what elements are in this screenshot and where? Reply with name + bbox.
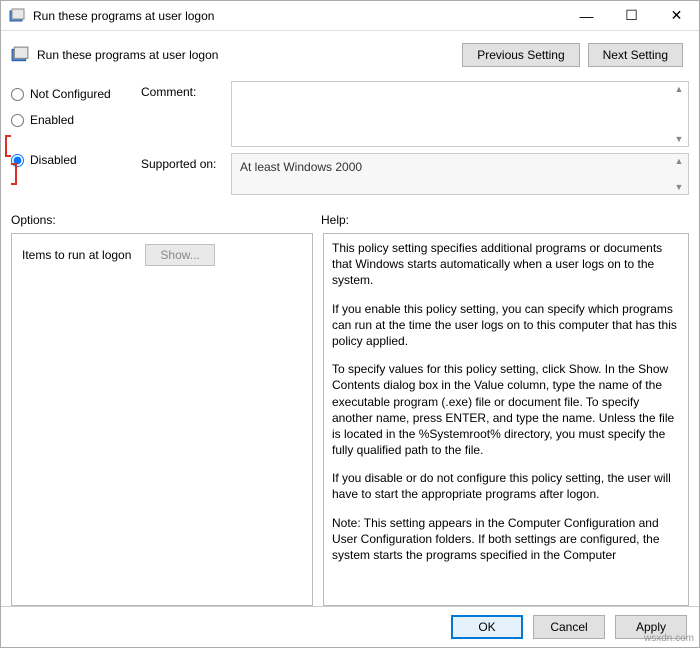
chevron-down-icon[interactable]: ▼ bbox=[672, 134, 686, 144]
header-text: Run these programs at user logon bbox=[37, 48, 462, 62]
policy-icon bbox=[11, 46, 29, 64]
chevron-down-icon[interactable]: ▼ bbox=[672, 182, 686, 192]
radio-disabled[interactable]: Disabled bbox=[11, 153, 141, 167]
help-panel[interactable]: This policy setting specifies additional… bbox=[323, 233, 689, 606]
watermark: wsxdn.com bbox=[644, 633, 694, 644]
lower-panels: Items to run at logon Show... This polic… bbox=[1, 233, 699, 606]
radio-enabled[interactable]: Enabled bbox=[11, 113, 141, 127]
config-area: Not Configured Enabled Disabled Comment:… bbox=[1, 75, 699, 201]
help-text: This policy setting specifies additional… bbox=[332, 240, 680, 289]
section-labels: Options: Help: bbox=[1, 201, 699, 233]
previous-setting-button[interactable]: Previous Setting bbox=[462, 43, 579, 67]
supported-box: At least Windows 2000 ▲▼ bbox=[231, 153, 689, 195]
footer-buttons: OK Cancel Apply bbox=[1, 606, 699, 647]
help-text: If you disable or do not configure this … bbox=[332, 470, 680, 502]
radio-disabled-input[interactable] bbox=[11, 154, 24, 167]
chevron-up-icon[interactable]: ▲ bbox=[672, 84, 686, 94]
items-to-run-label: Items to run at logon bbox=[22, 248, 131, 262]
cancel-button[interactable]: Cancel bbox=[533, 615, 605, 639]
radio-not-configured-input[interactable] bbox=[11, 88, 24, 101]
next-setting-button[interactable]: Next Setting bbox=[588, 43, 683, 67]
help-text: If you enable this policy setting, you c… bbox=[332, 301, 680, 350]
policy-icon bbox=[9, 8, 25, 24]
header-row: Run these programs at user logon Previou… bbox=[1, 31, 699, 75]
help-text: Note: This setting appears in the Comput… bbox=[332, 515, 680, 564]
window-controls: — ☐ ✕ bbox=[564, 1, 699, 30]
comment-textarea[interactable]: ▲▼ bbox=[231, 81, 689, 147]
close-button[interactable]: ✕ bbox=[654, 1, 699, 30]
maximize-button[interactable]: ☐ bbox=[609, 1, 654, 30]
minimize-button[interactable]: — bbox=[564, 1, 609, 30]
comment-label: Comment: bbox=[141, 81, 231, 99]
supported-label: Supported on: bbox=[141, 153, 231, 171]
options-label: Options: bbox=[11, 213, 321, 227]
radio-label: Disabled bbox=[30, 153, 77, 167]
radio-label: Not Configured bbox=[30, 87, 111, 101]
scroll-arrows: ▲▼ bbox=[672, 156, 686, 192]
radio-not-configured[interactable]: Not Configured bbox=[11, 87, 141, 101]
fields-col: Comment: ▲▼ Supported on: At least Windo… bbox=[141, 81, 689, 201]
options-panel: Items to run at logon Show... bbox=[11, 233, 313, 606]
help-text: To specify values for this policy settin… bbox=[332, 361, 680, 458]
titlebar: Run these programs at user logon — ☐ ✕ bbox=[1, 1, 699, 31]
radio-label: Enabled bbox=[30, 113, 74, 127]
policy-window: Run these programs at user logon — ☐ ✕ R… bbox=[0, 0, 700, 648]
radio-enabled-input[interactable] bbox=[11, 114, 24, 127]
scroll-arrows: ▲▼ bbox=[672, 84, 686, 144]
chevron-up-icon[interactable]: ▲ bbox=[672, 156, 686, 166]
title-text: Run these programs at user logon bbox=[33, 9, 564, 23]
show-button[interactable]: Show... bbox=[145, 244, 214, 266]
supported-text: At least Windows 2000 bbox=[232, 154, 688, 180]
state-radios: Not Configured Enabled Disabled bbox=[11, 81, 141, 201]
ok-button[interactable]: OK bbox=[451, 615, 523, 639]
disabled-highlight: Disabled bbox=[5, 135, 141, 185]
help-label: Help: bbox=[321, 213, 349, 227]
